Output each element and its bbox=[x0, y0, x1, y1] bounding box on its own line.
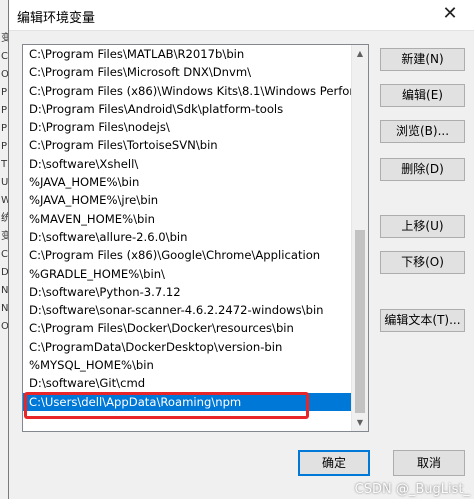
list-item[interactable]: %MYSQL_HOME%\bin bbox=[23, 356, 353, 374]
ok-button[interactable]: 确定 bbox=[298, 450, 370, 476]
edit-text-button[interactable]: 编辑文本(T)... bbox=[380, 309, 465, 332]
list-item[interactable]: C:\Program Files\TortoiseSVN\bin bbox=[23, 136, 353, 154]
scroll-up-arrow-icon[interactable]: ▲ bbox=[352, 45, 368, 62]
list-item[interactable]: %JAVA_HOME%\jre\bin bbox=[23, 191, 353, 209]
list-item[interactable]: C:\ProgramData\DockerDesktop\version-bin bbox=[23, 338, 353, 356]
delete-button[interactable]: 删除(D) bbox=[380, 158, 465, 181]
list-item[interactable]: C:\Program Files\MATLAB\R2017b\bin bbox=[23, 45, 353, 63]
list-item[interactable]: D:\Program Files\nodejs\ bbox=[23, 118, 353, 136]
list-item[interactable]: %GRADLE_HOME%\bin\ bbox=[23, 265, 353, 283]
watermark: CSDN @_BugList_ bbox=[354, 482, 470, 497]
list-item[interactable]: D:\software\Xshell\ bbox=[23, 155, 353, 173]
close-icon[interactable]: ✕ bbox=[438, 2, 462, 26]
list-item[interactable]: %JAVA_HOME%\bin bbox=[23, 173, 353, 191]
vertical-scrollbar[interactable]: ▲ ▼ bbox=[351, 45, 368, 431]
list-item[interactable]: C:\Program Files\Docker\Docker\resources… bbox=[23, 319, 353, 337]
browse-button[interactable]: 浏览(B)... bbox=[380, 120, 465, 143]
list-item[interactable]: C:\Program Files\Microsoft DNX\Dnvm\ bbox=[23, 63, 353, 81]
list-item[interactable]: D:\software\sonar-scanner-4.6.2.2472-win… bbox=[23, 301, 353, 319]
scroll-down-arrow-icon[interactable]: ▼ bbox=[352, 414, 368, 431]
path-list-rows: C:\Program Files\MATLAB\R2017b\bin C:\Pr… bbox=[23, 45, 353, 411]
list-item[interactable]: C:\Program Files (x86)\Google\Chrome\App… bbox=[23, 246, 353, 264]
list-item[interactable]: D:\software\Git\cmd bbox=[23, 374, 353, 392]
dialog-title: 编辑环境变量 bbox=[17, 11, 96, 26]
list-item[interactable]: D:\Program Files\Android\Sdk\platform-to… bbox=[23, 100, 353, 118]
move-up-button[interactable]: 上移(U) bbox=[380, 215, 465, 238]
title-bar[interactable]: 编辑环境变量 ✕ bbox=[9, 0, 474, 31]
edit-button[interactable]: 编辑(E) bbox=[380, 84, 465, 107]
list-item[interactable]: %MAVEN_HOME%\bin bbox=[23, 210, 353, 228]
list-item-selected[interactable]: C:\Users\dell\AppData\Roaming\npm bbox=[23, 392, 353, 411]
edit-env-variable-dialog: 编辑环境变量 ✕ C:\Program Files\MATLAB\R2017b\… bbox=[8, 0, 474, 499]
path-list[interactable]: C:\Program Files\MATLAB\R2017b\bin C:\Pr… bbox=[22, 44, 369, 432]
list-item[interactable]: C:\Program Files (x86)\Windows Kits\8.1\… bbox=[23, 82, 353, 100]
scrollbar-thumb[interactable] bbox=[355, 230, 365, 413]
list-item[interactable]: D:\software\allure-2.6.0\bin bbox=[23, 228, 353, 246]
new-button[interactable]: 新建(N) bbox=[380, 48, 465, 71]
cancel-button[interactable]: 取消 bbox=[393, 450, 465, 476]
list-item[interactable]: D:\software\Python-3.7.12 bbox=[23, 283, 353, 301]
move-down-button[interactable]: 下移(O) bbox=[380, 251, 465, 274]
